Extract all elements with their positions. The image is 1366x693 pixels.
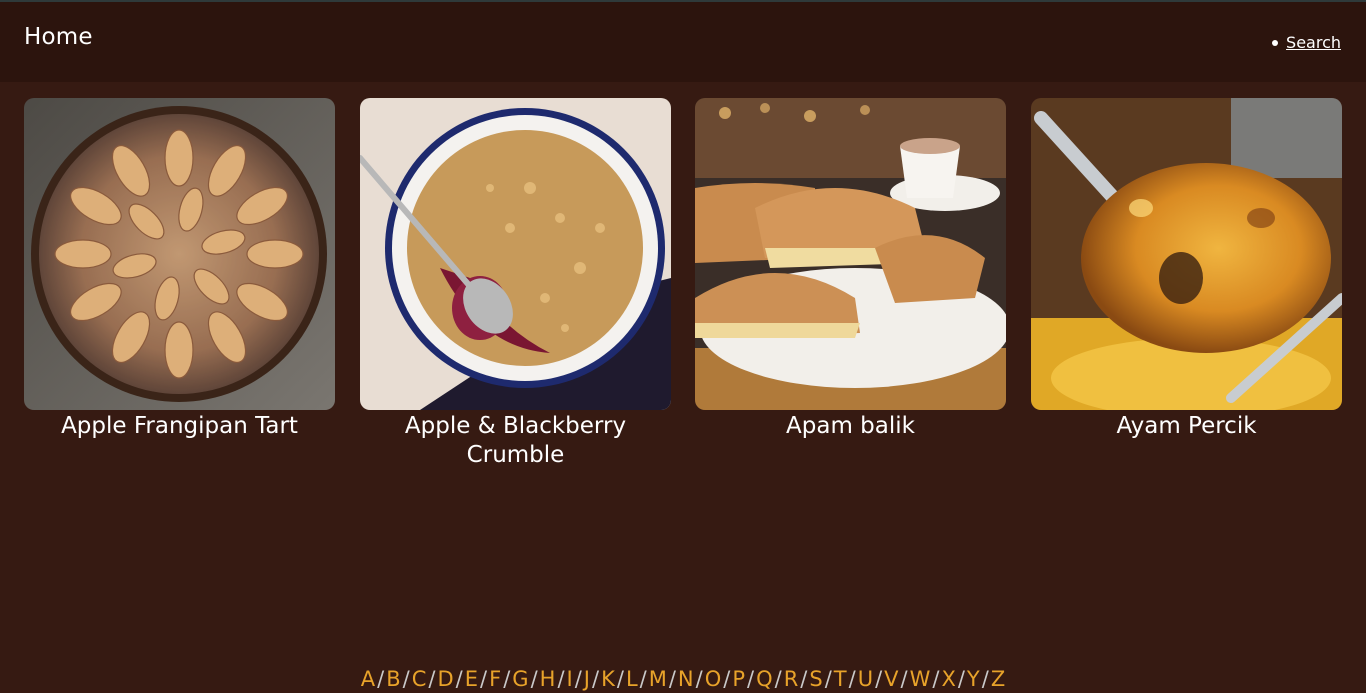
search-label: Search — [1286, 33, 1341, 52]
letter-link-b[interactable]: B — [386, 667, 400, 691]
recipe-card[interactable]: Apple Frangipan Tart — [24, 98, 335, 441]
navbar: Home Search — [0, 2, 1366, 82]
letter-separator: / — [455, 667, 463, 691]
letter-link-m[interactable]: M — [649, 667, 667, 691]
letter-separator: / — [503, 667, 511, 691]
letter-link-o[interactable]: O — [705, 667, 722, 691]
letter-link-g[interactable]: G — [512, 667, 528, 691]
bullet-icon — [1272, 39, 1279, 46]
letter-link-q[interactable]: Q — [756, 667, 773, 691]
recipe-grid: Apple Frangipan Tart Apple & Blackberry … — [24, 98, 1342, 478]
recipe-image-link[interactable] — [695, 98, 1006, 410]
letter-separator: / — [668, 667, 676, 691]
recipe-image-link[interactable] — [1031, 98, 1342, 410]
recipe-image-link[interactable] — [360, 98, 671, 410]
letter-link-i[interactable]: I — [567, 667, 573, 691]
letter-link-p[interactable]: P — [732, 667, 745, 691]
letter-separator: / — [848, 667, 856, 691]
crumble-image — [360, 98, 671, 410]
letter-link-z[interactable]: Z — [991, 667, 1005, 691]
letter-link-n[interactable]: N — [678, 667, 694, 691]
letter-link-x[interactable]: X — [941, 667, 955, 691]
letter-separator: / — [428, 667, 436, 691]
letter-separator: / — [639, 667, 647, 691]
apam-balik-image — [695, 98, 1006, 410]
letter-link-y[interactable]: Y — [967, 667, 980, 691]
letter-separator: / — [824, 667, 832, 691]
letter-separator: / — [402, 667, 410, 691]
recipe-title[interactable]: Apple Frangipan Tart — [24, 412, 335, 441]
letter-separator: / — [957, 667, 965, 691]
letter-link-j[interactable]: J — [584, 667, 590, 691]
search-link[interactable]: Search — [1272, 33, 1341, 52]
recipe-title[interactable]: Ayam Percik — [1031, 412, 1342, 441]
recipe-card[interactable]: Apple & Blackberry Crumble — [360, 98, 671, 470]
letter-link-l[interactable]: L — [626, 667, 638, 691]
recipe-title[interactable]: Apam balik — [695, 412, 1006, 441]
letter-link-v[interactable]: V — [884, 667, 898, 691]
letter-separator: / — [875, 667, 883, 691]
letter-separator: / — [747, 667, 755, 691]
recipe-image-link[interactable] — [24, 98, 335, 410]
letter-link-u[interactable]: U — [858, 667, 873, 691]
recipe-title[interactable]: Apple & Blackberry Crumble — [360, 412, 671, 470]
letter-separator: / — [900, 667, 908, 691]
letter-separator: / — [377, 667, 385, 691]
recipe-card[interactable]: Apam balik — [695, 98, 1006, 441]
letter-separator: / — [592, 667, 600, 691]
letter-separator: / — [695, 667, 703, 691]
letter-link-w[interactable]: W — [910, 667, 931, 691]
letter-link-h[interactable]: H — [540, 667, 556, 691]
letter-separator: / — [932, 667, 940, 691]
ayam-percik-image — [1031, 98, 1342, 410]
letter-separator: / — [981, 667, 989, 691]
letter-separator: / — [480, 667, 488, 691]
letter-separator: / — [723, 667, 731, 691]
letter-separator: / — [530, 667, 538, 691]
letter-link-s[interactable]: S — [809, 667, 822, 691]
letter-link-f[interactable]: F — [489, 667, 501, 691]
alphabet-nav: A/B/C/D/E/F/G/H/I/J/K/L/M/N/O/P/Q/R/S/T/… — [0, 665, 1366, 693]
letter-link-r[interactable]: R — [784, 667, 799, 691]
letter-link-a[interactable]: A — [361, 667, 375, 691]
letter-link-e[interactable]: E — [465, 667, 478, 691]
apple-tart-image — [24, 98, 335, 410]
letter-separator: / — [774, 667, 782, 691]
letter-separator: / — [800, 667, 808, 691]
letter-link-d[interactable]: D — [438, 667, 454, 691]
letter-separator: / — [616, 667, 624, 691]
letter-link-t[interactable]: T — [834, 667, 847, 691]
home-link[interactable]: Home — [24, 24, 93, 50]
recipe-card[interactable]: Ayam Percik — [1031, 98, 1342, 441]
letter-separator: / — [574, 667, 582, 691]
letter-link-k[interactable]: K — [601, 667, 615, 691]
letter-separator: / — [557, 667, 565, 691]
letter-link-c[interactable]: C — [412, 667, 427, 691]
